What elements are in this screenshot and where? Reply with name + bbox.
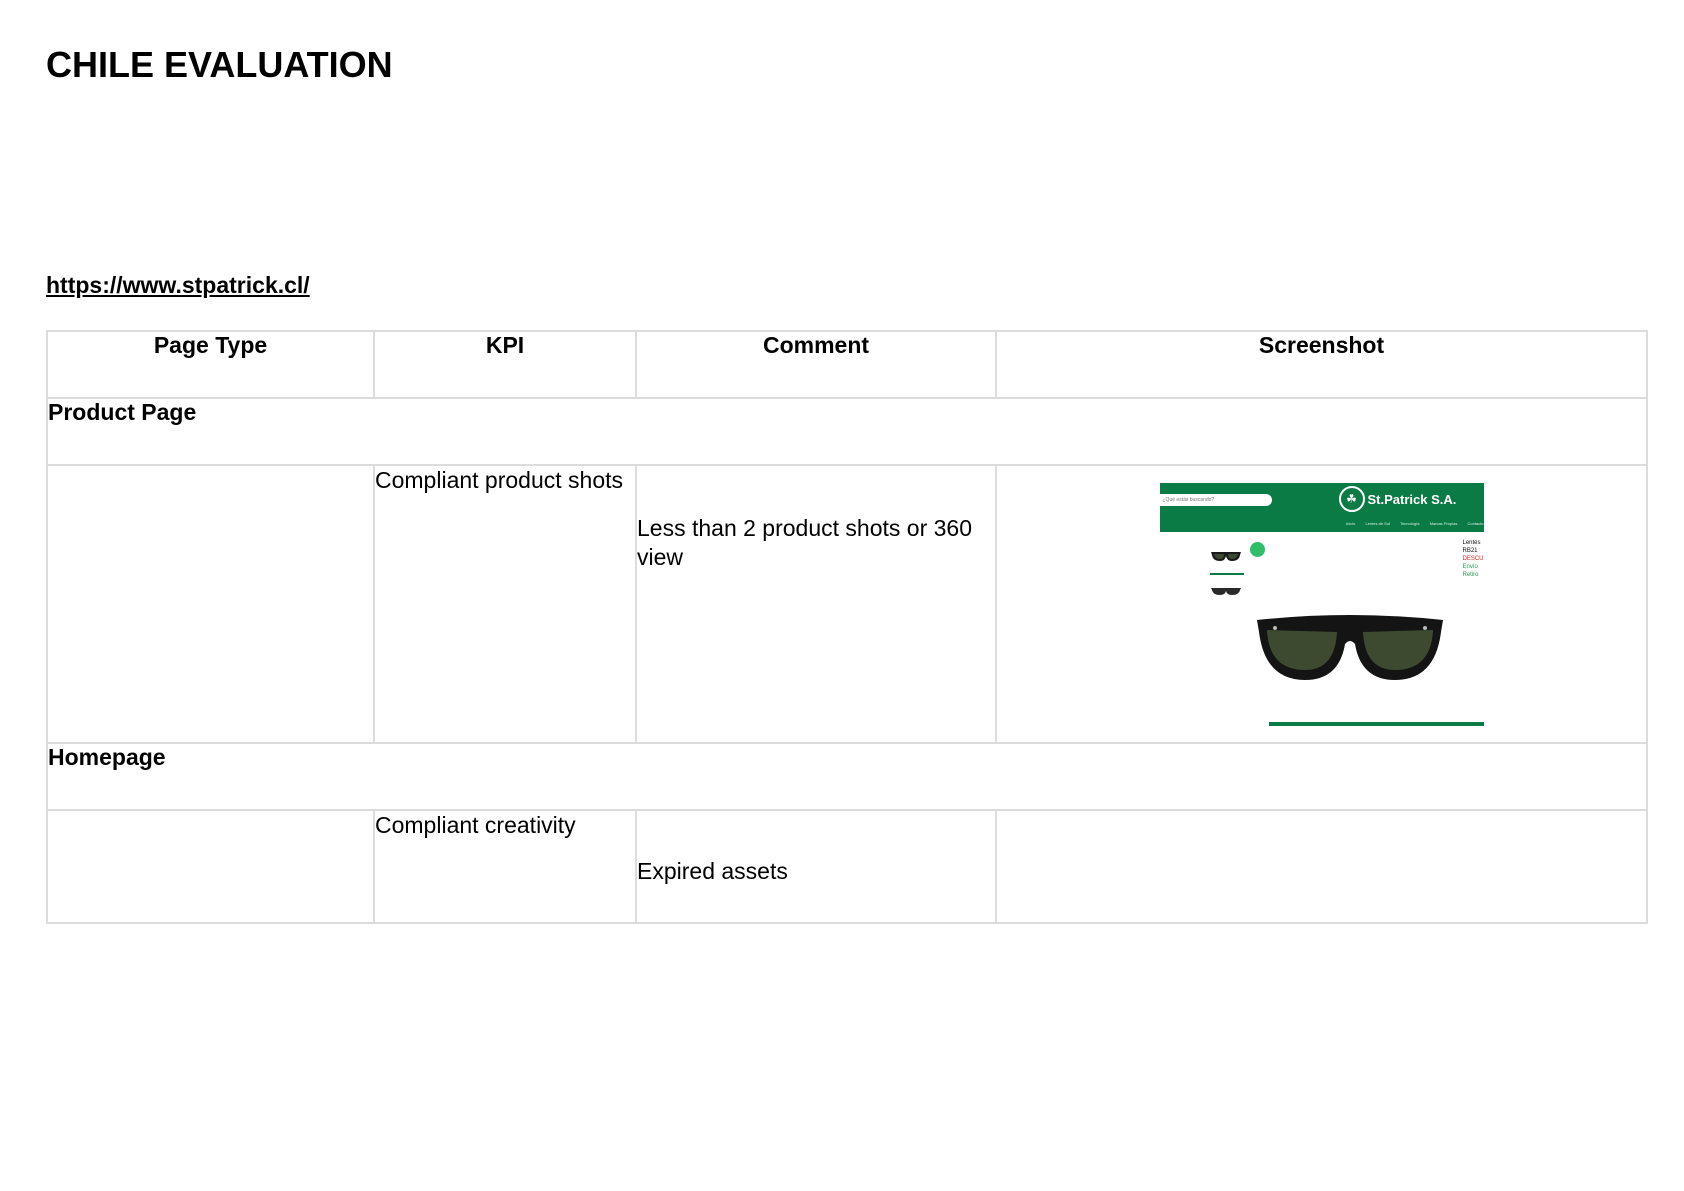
page-title: CHILE EVALUATION [46,44,393,85]
sunglasses-product-image [1256,615,1443,680]
header-screenshot: Screenshot [995,330,1648,399]
mock-info-line: Envío [1462,564,1478,570]
mock-search-input: ¿Qué estás buscando? [1159,494,1272,506]
sunglasses-thumbnail-icon [1210,552,1241,561]
mock-product-info: Lentes RB21 DESCUENTO Envío Retiro [1463,539,1484,579]
badge-icon [1249,542,1265,557]
brand-logo-icon: ☘ [1338,486,1365,512]
section-row-homepage: Homepage [46,742,1648,811]
comment-cell: Less than 2 product shots or 360 view [635,464,997,744]
section-row-product-page: Product Page [46,397,1648,466]
mock-info-line: Lentes [1462,540,1481,546]
comment-text: Expired assets [637,858,788,884]
header-kpi: KPI [373,330,637,399]
thumbnail-selected-indicator [1209,573,1244,575]
product-page-screenshot: ¿Qué estás buscando? ☘ St.Patrick S.A. I… [1159,483,1484,726]
screenshot-cell [995,809,1648,924]
section-label: Homepage [46,742,1648,811]
evaluation-table: Page Type KPI Comment Screenshot Product… [46,330,1648,924]
page-type-cell [46,464,375,744]
section-label: Product Page [46,397,1648,466]
mock-nav-item: Tecnología [1400,521,1420,526]
mock-bottom-bar [1268,722,1484,726]
mock-nav: Inicio Lentes de Sol Tecnología Marcas P… [1337,521,1483,526]
kpi-cell: Compliant product shots [373,464,637,744]
mock-nav-item: Lentes de Sol [1365,521,1390,526]
comment-cell: Expired assets [635,809,997,924]
mock-brand-name: St.Patrick S.A. [1367,492,1457,507]
screenshot-cell: ¿Qué estás buscando? ☘ St.Patrick S.A. I… [995,464,1648,744]
comment-text: Less than 2 product shots or 360 view [637,515,972,570]
page-type-cell [46,809,375,924]
header-page-type: Page Type [46,330,375,399]
mock-info-line: DESCUENTO [1462,556,1484,562]
site-url-link[interactable]: https://www.stpatrick.cl/ [46,272,310,299]
header-row: Page Type KPI Comment Screenshot [46,330,1648,399]
table-row: Compliant creativity Expired assets [46,809,1648,924]
kpi-cell: Compliant creativity [373,809,637,924]
mock-info-line: Retiro [1462,572,1479,578]
header-comment: Comment [635,330,997,399]
mock-info-line: RB21 [1462,548,1478,554]
mock-nav-item: Inicio [1346,521,1356,526]
mock-nav-item: Marcas Propias [1429,521,1458,526]
sunglasses-thumbnail-icon [1210,588,1241,595]
table-row: Compliant product shots Less than 2 prod… [46,464,1648,744]
mock-nav-item: Contacto [1467,521,1484,526]
